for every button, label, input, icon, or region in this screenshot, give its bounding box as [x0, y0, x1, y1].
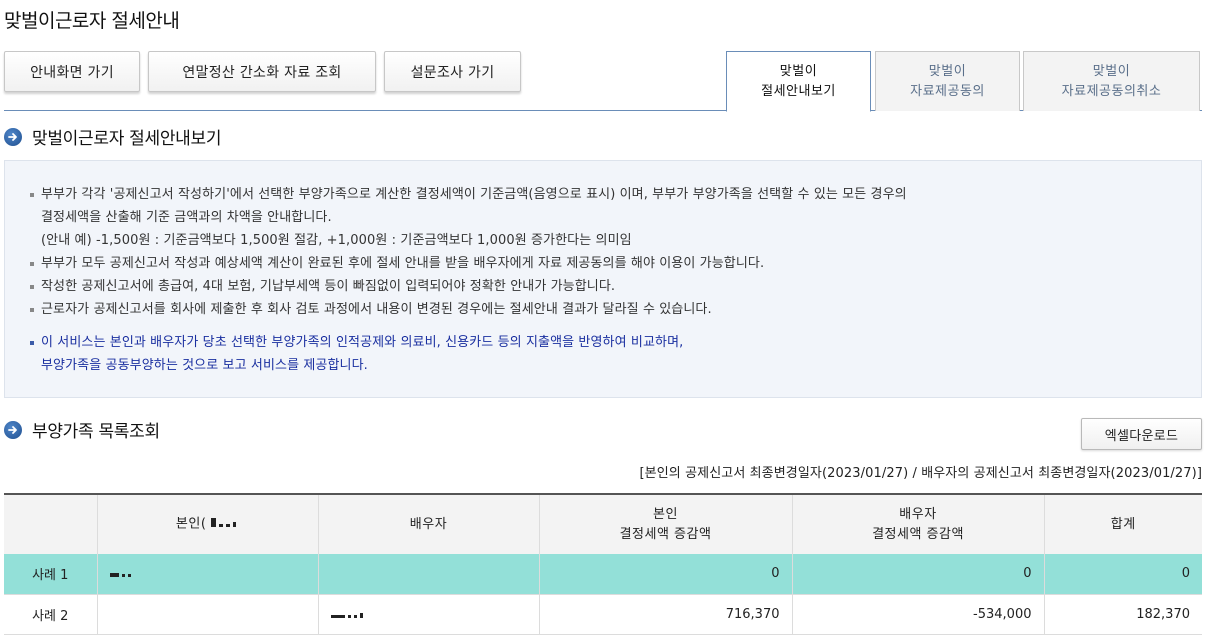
masked-name — [109, 566, 134, 581]
notice-line: 부부가 각각 '공제신고서 작성하기'에서 선택한 부양가족으로 계산한 결정세… — [27, 183, 1201, 206]
table-header-row: 본인( 배우자 본인결정세액 증감액 배우자결정세액 증감액 합계 — [4, 494, 1202, 554]
notice-line: (안내 예) -1,500원 : 기준금액보다 1,500원 절감, +1,00… — [41, 233, 632, 248]
header-self-tax: 본인결정세액 증감액 — [538, 494, 792, 554]
section-header-guide: 맞벌이근로자 절세안내보기 — [4, 124, 221, 149]
last-modified-note: [본인의 공제신고서 최종변경일자(2023/01/27) / 배우자의 공제신… — [639, 466, 1202, 481]
notice-line-blue: 부양가족을 공동부양하는 것으로 보고 서비스를 제공합니다. — [41, 358, 368, 373]
notice-line: 작성한 공제신고서에 총급여, 4대 보험, 기납부세액 등이 빠짐없이 입력되… — [27, 275, 1201, 298]
dependents-table: 본인( 배우자 본인결정세액 증감액 배우자결정세액 증감액 합계 사례 1 0… — [4, 493, 1202, 635]
total-cell: 182,370 — [1043, 594, 1202, 635]
tab-label-line1: 맞벌이 — [1092, 63, 1131, 79]
self-dependents-cell — [96, 554, 318, 595]
go-guide-button[interactable]: 안내화면 가기 — [4, 51, 140, 92]
tab-label-line2: 자료제공동의취소 — [1061, 83, 1162, 99]
spouse-dependents-cell — [317, 554, 539, 595]
total-cell: 0 — [1043, 554, 1202, 595]
self-tax-cell: 716,370 — [538, 594, 792, 635]
section-title: 맞벌이근로자 절세안내보기 — [32, 129, 222, 149]
tab-data-consent[interactable]: 맞벌이자료제공동의 — [875, 51, 1020, 111]
survey-button[interactable]: 설문조사 가기 — [384, 51, 521, 92]
header-spouse-tax: 배우자결정세액 증감액 — [791, 494, 1044, 554]
page-title: 맞벌이근로자 절세안내 — [4, 10, 180, 32]
section-title: 부양가족 목록조회 — [32, 422, 160, 442]
spouse-dependents-cell — [317, 594, 539, 635]
tab-label-line2: 자료제공동의 — [910, 83, 985, 99]
notice-box: 부부가 각각 '공제신고서 작성하기'에서 선택한 부양가족으로 계산한 결정세… — [4, 160, 1202, 398]
header-spouse: 배우자 — [317, 494, 539, 554]
spouse-tax-cell: -534,000 — [791, 594, 1044, 635]
header-case — [4, 494, 97, 554]
tab-label-line2: 절세안내보기 — [761, 83, 836, 99]
tab-tax-saving-guide[interactable]: 맞벌이절세안내보기 — [726, 51, 871, 112]
header-total: 합계 — [1043, 494, 1202, 554]
masked-name — [330, 607, 366, 622]
arrow-right-circle-icon — [4, 420, 22, 439]
header-line: 본인 — [653, 506, 678, 522]
masked-name — [211, 514, 239, 534]
header-self: 본인( — [96, 494, 318, 554]
table-row[interactable]: 사례 2 716,370 -534,000 182,370 — [4, 594, 1202, 635]
spouse-tax-cell: 0 — [791, 554, 1044, 595]
notice-line: 근로자가 공제신고서를 회사에 제출한 후 회사 검토 과정에서 내용이 변경된… — [27, 298, 1201, 321]
header-line: 결정세액 증감액 — [619, 526, 712, 542]
header-self-label: 본인( — [175, 516, 207, 532]
simplified-data-lookup-button[interactable]: 연말정산 간소화 자료 조회 — [148, 51, 376, 92]
case-cell: 사례 1 — [4, 554, 97, 595]
tab-label-line1: 맞벌이 — [779, 63, 818, 79]
tab-label-line1: 맞벌이 — [928, 63, 967, 79]
self-dependents-cell — [96, 594, 318, 635]
case-cell: 사례 2 — [4, 594, 97, 635]
table-row[interactable]: 사례 1 0 0 0 — [4, 554, 1202, 595]
excel-download-button[interactable]: 엑셀다운로드 — [1081, 418, 1202, 450]
section-header-dependents: 부양가족 목록조회 — [4, 417, 160, 442]
header-line: 배우자 — [899, 506, 937, 522]
notice-line: 부부가 모두 공제신고서 작성과 예상세액 계산이 완료된 후에 절세 안내를 … — [27, 252, 1201, 275]
header-line: 결정세액 증감액 — [872, 526, 964, 542]
self-tax-cell: 0 — [538, 554, 792, 595]
tab-data-consent-cancel[interactable]: 맞벌이자료제공동의취소 — [1023, 51, 1200, 111]
notice-line: 결정세액을 산출해 기준 금액과의 차액을 안내합니다. — [41, 210, 332, 225]
arrow-right-circle-icon — [4, 127, 22, 146]
notice-line-blue: 이 서비스는 본인과 배우자가 당초 선택한 부양가족의 인적공제와 의료비, … — [27, 331, 1201, 354]
